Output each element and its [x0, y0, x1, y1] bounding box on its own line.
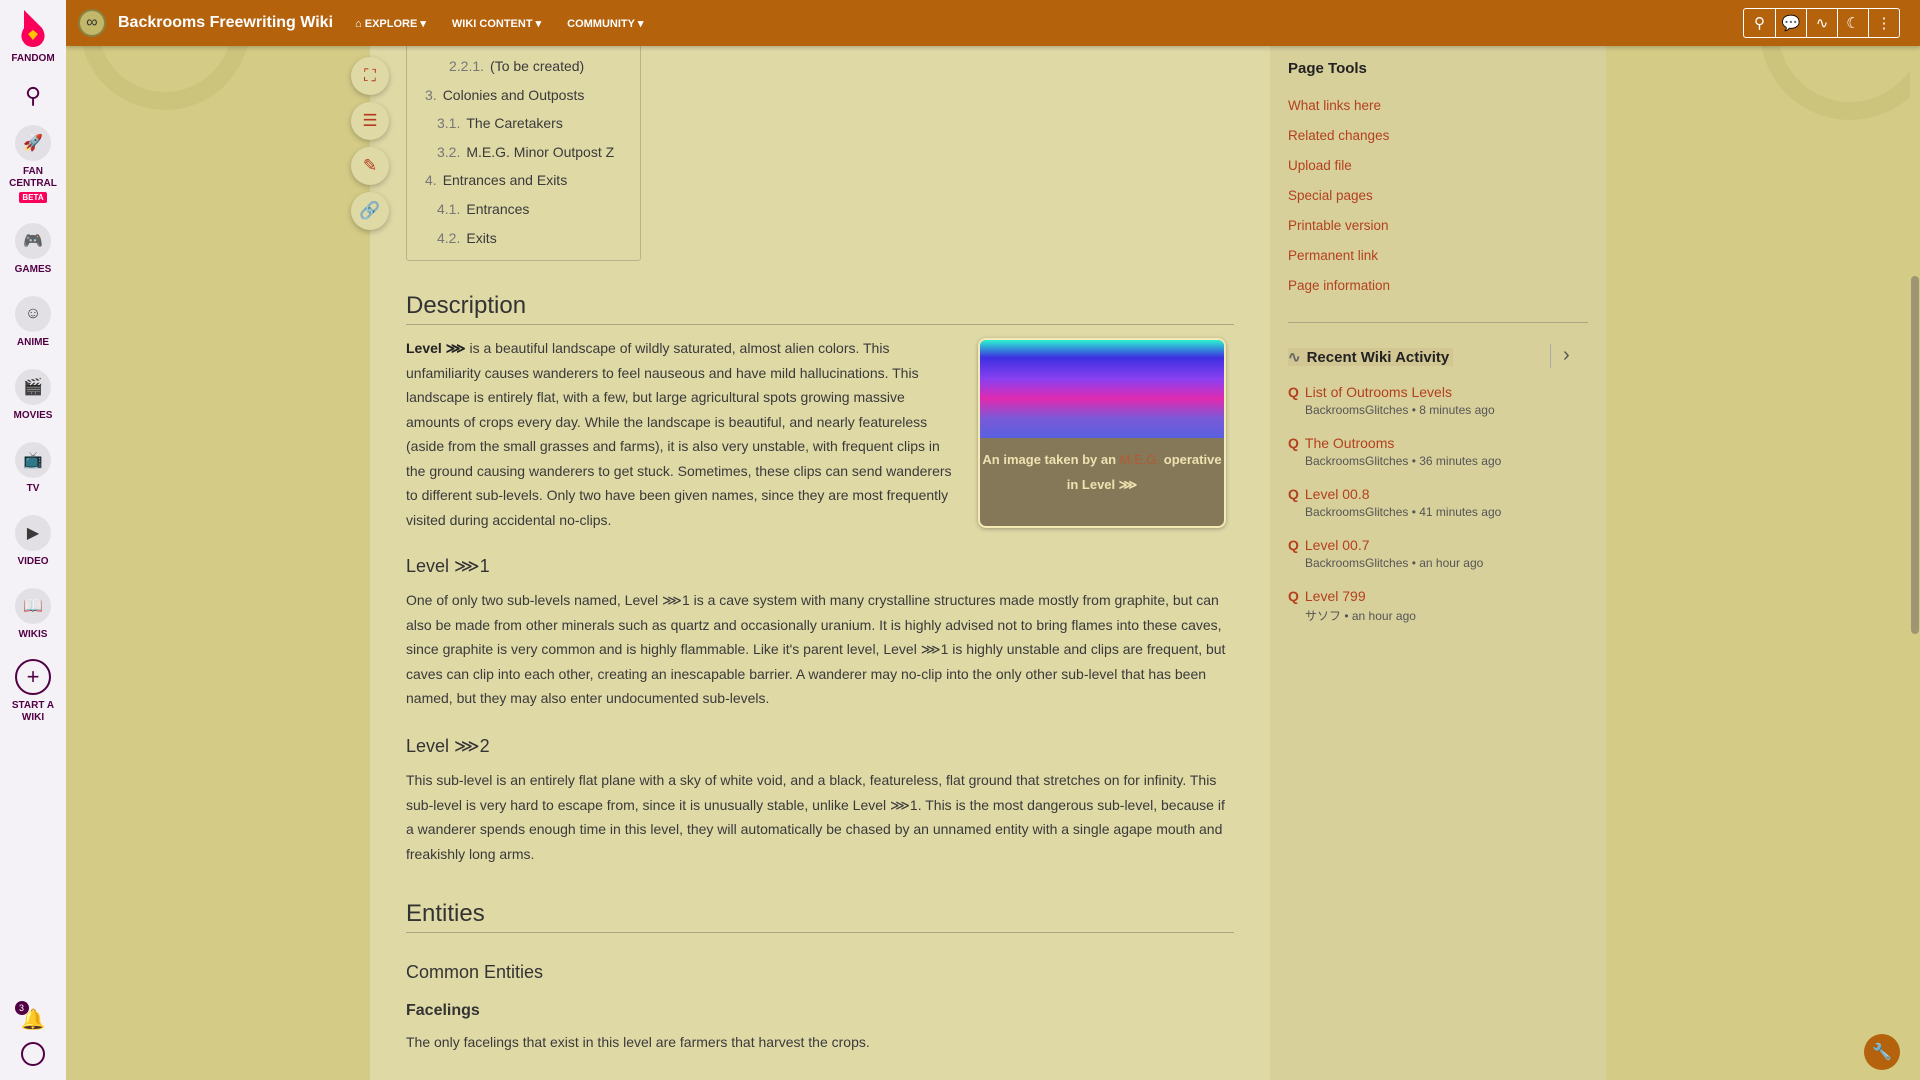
search-icon: ⚲	[24, 83, 42, 108]
nav-explore[interactable]: ⌂ EXPLORE ▾	[355, 17, 426, 30]
fandom-flame-icon	[21, 10, 45, 47]
clapper-icon: 🎬	[15, 369, 51, 405]
search-icon: Q	[1288, 588, 1299, 604]
plus-icon: +	[15, 659, 51, 695]
search-icon: Q	[1288, 537, 1299, 553]
image-caption: An image taken by an M.E.G. operative in…	[982, 452, 1222, 492]
sidebar-item-tv[interactable]: 📺 TV	[15, 442, 51, 495]
play-icon: ▶	[15, 515, 51, 551]
page-tool-link[interactable]: Upload file	[1288, 158, 1352, 173]
heading-level-2: Level ⋙2	[406, 736, 490, 756]
sidebar-item-wikis[interactable]: 📖 WIKIS	[15, 588, 51, 641]
wiki-name[interactable]: Backrooms Freewriting Wiki	[118, 14, 333, 32]
notification-count: 3	[14, 1001, 29, 1015]
activity-item[interactable]: Q Level 00.7 BackroomsGlitches • an hour a…	[1288, 537, 1578, 570]
search-icon: Q	[1288, 486, 1299, 502]
right-rail: Page Tools What links here Related chang…	[1270, 46, 1606, 1080]
level-photo	[980, 340, 1224, 438]
activity-icon: ∿	[1288, 349, 1301, 366]
gamepad-icon: 🎮	[14, 223, 51, 259]
expand-icon: ⛶	[364, 66, 376, 85]
activity-item[interactable]: Q List of Outrooms Levels BackroomsGlitche…	[1288, 384, 1578, 417]
chevron-right-icon: ›	[1563, 344, 1570, 366]
heading-entities: Entities	[406, 900, 1234, 933]
wrench-tools-button[interactable]: 🔧	[1864, 1034, 1900, 1070]
level2-paragraph: This sub-level is an entirely flat plane…	[406, 772, 1225, 862]
sidebar-item-video[interactable]: ▶ VIDEO	[15, 515, 51, 568]
page-tools-title: Page Tools	[1288, 60, 1367, 77]
notifications-button[interactable]: 🔔 3	[14, 1001, 45, 1032]
toc-item[interactable]: 4.2. Exits	[407, 224, 640, 253]
recent-activity-more[interactable]: ›	[1550, 344, 1570, 368]
anime-face-icon: ☺	[15, 296, 51, 332]
toc-item[interactable]: 2.2.1. (To be created)	[407, 52, 640, 81]
page-tool-link[interactable]: Special pages	[1288, 188, 1373, 203]
toc-item[interactable]: 3.1. The Caretakers	[407, 109, 640, 138]
recent-activity-title: ∿ Recent Wiki Activity	[1288, 348, 1454, 366]
toc-item[interactable]: 4. Entrances and Exits	[407, 166, 640, 195]
search-icon: Q	[1288, 435, 1299, 451]
edit-button[interactable]: ✎	[351, 147, 389, 185]
scrollbar-thumb[interactable]	[1911, 276, 1919, 634]
wiki-logo[interactable]: ∞	[78, 9, 106, 37]
fullscreen-button[interactable]: ⛶	[351, 57, 389, 95]
wiki-header: ∞ Backrooms Freewriting Wiki ⌂ EXPLORE ▾…	[66, 0, 1920, 46]
search-icon: Q	[1288, 384, 1299, 400]
toc-item[interactable]: 3. Colonies and Outposts	[407, 81, 640, 110]
list-icon: ☰	[362, 111, 378, 130]
scrollbar[interactable]	[1910, 46, 1920, 1080]
header-tools: ⚲ 💬 ∿ ☾ ⋮	[1743, 8, 1900, 38]
sidebar-item-anime[interactable]: ☺ ANIME	[15, 296, 51, 349]
user-account-icon[interactable]	[21, 1042, 45, 1066]
sidebar-item-fan-central[interactable]: 🚀 FAN CENTRAL BETA	[0, 125, 66, 203]
book-icon: 📖	[15, 588, 51, 624]
copy-link-button[interactable]: 🔗	[351, 192, 389, 230]
heading-facelings: Facelings	[406, 1002, 480, 1019]
activity-icon[interactable]: ∿	[1806, 9, 1837, 37]
meg-link[interactable]: M.E.G.	[1120, 452, 1160, 467]
toc-item[interactable]: 3.2. M.E.G. Minor Outpost Z	[407, 138, 640, 167]
fandom-global-sidebar: FANDOM ⚲ 🚀 FAN CENTRAL BETA 🎮 GAMES ☺ ANIME …	[0, 0, 66, 1080]
pencil-icon: ✎	[362, 156, 378, 175]
search-button[interactable]: ⚲	[25, 83, 41, 109]
discussions-icon[interactable]: 💬	[1775, 9, 1806, 37]
page-tool-link[interactable]: Permanent link	[1288, 248, 1378, 263]
nav-community[interactable]: COMMUNITY ▾	[567, 17, 643, 30]
description-paragraph: Level ⋙ is a beautiful landscape of wild…	[406, 340, 952, 528]
sidebar-item-games[interactable]: 🎮 GAMES	[14, 223, 51, 276]
article-content: 2.2.1. (To be created) 3. Colonies and Out…	[370, 44, 1270, 1080]
tv-icon: 📺	[15, 442, 51, 478]
toc-button[interactable]: ☰	[351, 102, 389, 140]
nav-wiki-content[interactable]: WIKI CONTENT ▾	[452, 17, 541, 30]
rocket-icon: 🚀	[15, 125, 51, 161]
heading-level-1: Level ⋙1	[406, 556, 490, 576]
activity-item[interactable]: Q Level 799 サソフ • an hour ago	[1288, 588, 1578, 624]
level1-paragraph: One of only two sub-levels named, Level …	[406, 592, 1226, 706]
infinity-icon: ∞	[86, 14, 98, 31]
page-tool-link[interactable]: Printable version	[1288, 218, 1389, 233]
more-options-icon[interactable]: ⋮	[1868, 9, 1899, 37]
fandom-logo[interactable]: FANDOM	[11, 8, 55, 65]
level-image[interactable]: An image taken by an M.E.G. operative in…	[978, 338, 1226, 528]
link-icon: 🔗	[359, 201, 381, 220]
page-tool-link[interactable]: Page information	[1288, 278, 1390, 293]
sidebar-item-movies[interactable]: 🎬 MOVIES	[14, 369, 52, 422]
heading-common-entities: Common Entities	[406, 962, 544, 982]
search-icon[interactable]: ⚲	[1744, 9, 1775, 37]
page-tool-link[interactable]: Related changes	[1288, 128, 1389, 143]
heading-description: Description	[406, 292, 1234, 325]
activity-item[interactable]: Q Level 00.8 BackroomsGlitches • 41 minute…	[1288, 486, 1578, 519]
beta-badge: BETA	[19, 192, 47, 203]
dark-mode-icon[interactable]: ☾	[1837, 9, 1868, 37]
divider	[1288, 322, 1588, 323]
wrench-icon: 🔧	[1872, 1044, 1892, 1061]
page-tool-link[interactable]: What links here	[1288, 98, 1381, 113]
facelings-paragraph: The only facelings that exist in this le…	[406, 1034, 870, 1050]
toc-item[interactable]: 4.1. Entrances	[407, 195, 640, 224]
table-of-contents: 2.2.1. (To be created) 3. Colonies and Out…	[406, 44, 641, 261]
sidebar-item-start-a-wiki[interactable]: + START A WIKI	[8, 659, 58, 724]
activity-item[interactable]: Q The Outrooms BackroomsGlitches • 36 minu…	[1288, 435, 1578, 468]
explore-icon: ⌂	[355, 17, 365, 30]
